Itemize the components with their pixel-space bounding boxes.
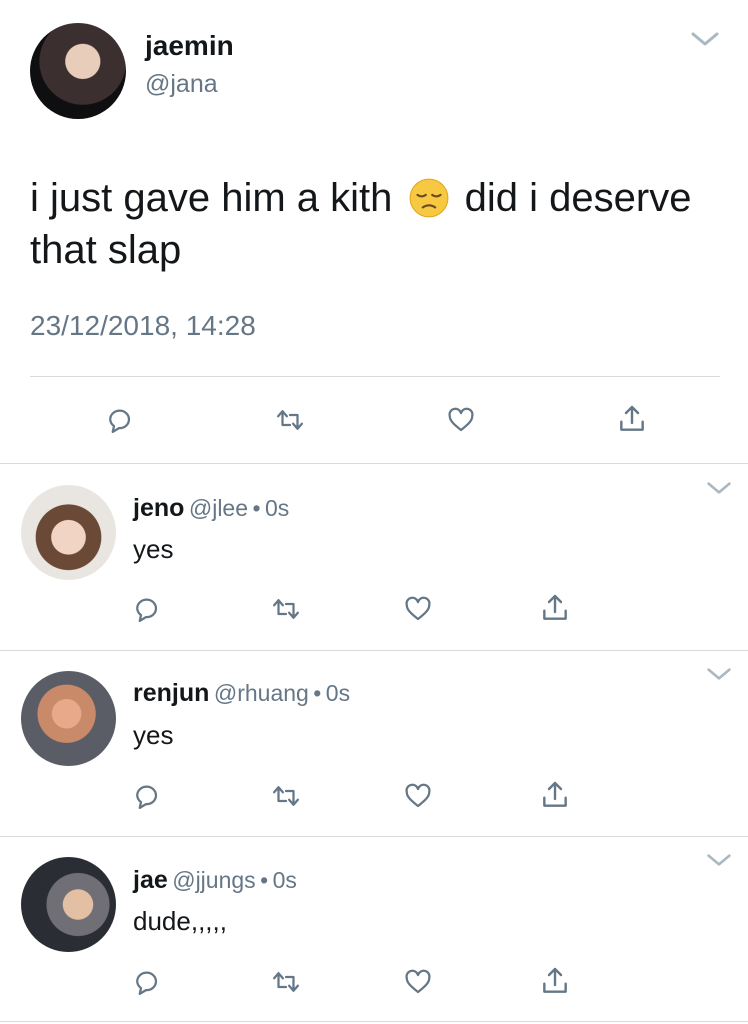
like-icon[interactable] xyxy=(402,781,434,811)
like-icon[interactable] xyxy=(402,594,434,624)
handle[interactable]: @jana xyxy=(145,70,218,99)
chevron-down-icon[interactable] xyxy=(706,480,732,496)
divider xyxy=(30,376,720,377)
reply-time[interactable]: 0s xyxy=(273,867,297,893)
reply-header: renjun @rhuang • 0s xyxy=(133,679,350,708)
display-name[interactable]: jaemin xyxy=(145,30,234,62)
avatar[interactable] xyxy=(21,671,116,766)
divider xyxy=(0,463,748,464)
divider xyxy=(0,650,748,651)
reply-time[interactable]: 0s xyxy=(326,680,350,706)
separator-dot: • xyxy=(313,680,322,706)
reply-time[interactable]: 0s xyxy=(265,495,289,521)
tweet-timestamp[interactable]: 23/12/2018, 14:28 xyxy=(30,310,256,342)
reply-icon[interactable] xyxy=(131,781,161,811)
reply-text: yes xyxy=(133,534,174,564)
tweet-text-line2: that slap xyxy=(30,228,182,272)
separator-dot: • xyxy=(252,495,261,521)
reply-icon[interactable] xyxy=(131,967,161,997)
retweet-icon[interactable] xyxy=(270,594,302,624)
tweet-text-part2: did i deserve xyxy=(464,176,692,220)
divider xyxy=(0,1021,748,1022)
reply-icon[interactable] xyxy=(131,594,161,624)
reply-handle[interactable]: @jjungs xyxy=(172,867,255,893)
reply-header: jeno @jlee • 0s xyxy=(133,494,289,523)
retweet-icon[interactable] xyxy=(270,967,302,997)
pensive-face-icon xyxy=(409,178,448,218)
reply-display-name[interactable]: jeno xyxy=(133,494,184,522)
avatar[interactable] xyxy=(30,23,126,119)
chevron-down-icon[interactable] xyxy=(706,852,732,868)
retweet-icon[interactable] xyxy=(270,781,302,811)
divider xyxy=(0,836,748,837)
reply-handle[interactable]: @rhuang xyxy=(214,680,309,706)
reply-icon[interactable] xyxy=(104,405,134,435)
like-icon[interactable] xyxy=(445,405,477,435)
avatar[interactable] xyxy=(21,857,116,952)
tweet-text: i just gave him a kith did i deserve tha… xyxy=(30,172,730,276)
chevron-down-icon[interactable] xyxy=(690,30,720,48)
separator-dot: • xyxy=(260,867,269,893)
share-icon[interactable] xyxy=(616,402,648,436)
like-icon[interactable] xyxy=(402,967,434,997)
reply-display-name[interactable]: jae xyxy=(133,866,168,894)
share-icon[interactable] xyxy=(539,778,571,812)
reply-text: dude,,,,, xyxy=(133,906,227,936)
retweet-icon[interactable] xyxy=(274,405,306,435)
reply-display-name[interactable]: renjun xyxy=(133,679,209,707)
tweet-text-part1: i just gave him a kith xyxy=(30,176,393,220)
avatar[interactable] xyxy=(21,485,116,580)
chevron-down-icon[interactable] xyxy=(706,666,732,682)
reply-header: jae @jjungs • 0s xyxy=(133,866,297,895)
share-icon[interactable] xyxy=(539,964,571,998)
reply-text: yes xyxy=(133,720,174,750)
reply-handle[interactable]: @jlee xyxy=(189,495,248,521)
share-icon[interactable] xyxy=(539,591,571,625)
